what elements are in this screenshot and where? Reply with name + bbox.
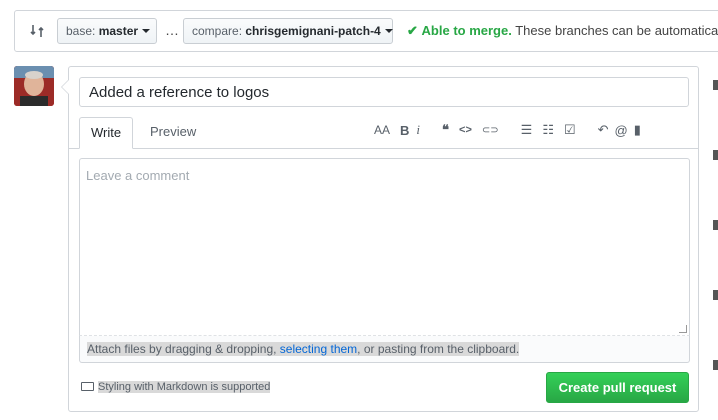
avatar-image [14,66,54,106]
range-dots: … [165,22,180,38]
base-branch-select[interactable]: base: master [57,18,157,44]
pull-request-title-input[interactable] [79,77,689,107]
sidebar-fragment [713,150,718,160]
code-icon[interactable]: <> [459,124,472,136]
base-branch-value: master [98,24,139,38]
chevron-down-icon [384,29,393,33]
compare-bar: base: master … compare: chrisgemignani-p… [14,10,718,52]
bold-icon[interactable]: B [400,123,409,138]
sidebar-fragment [713,290,718,300]
link-icon[interactable]: ⊂⊃ [482,125,499,136]
resize-handle-icon[interactable] [679,325,687,333]
comment-textarea[interactable]: Leave a comment [79,158,690,336]
markdown-icon [81,382,94,391]
sidebar-fragment [713,360,718,370]
merge-status: ✔ Able to merge. These branches can be a… [407,23,718,39]
unordered-list-icon[interactable]: ☰ [521,122,533,138]
compare-label: compare: [192,24,243,38]
compare-arrows-icon [30,25,44,37]
markdown-toolbar: AA B i ❝ <> ⊂⊃ ☰ ☷ ☑ ↶ @ ▮ [374,120,641,140]
merge-status-label: Able to merge. [421,23,512,38]
create-pull-request-button[interactable]: Create pull request [546,372,689,403]
comment-placeholder: Leave a comment [86,168,190,183]
italic-icon[interactable]: i [416,122,420,138]
merge-status-detail: These branches can be automatica [515,23,718,38]
attach-text-end: , or pasting from the clipboard. [357,342,520,356]
markdown-note[interactable]: Styling with Markdown is supported [81,381,271,393]
text-size-icon[interactable]: AA [374,123,390,137]
compare-branch-select[interactable]: compare: chrisgemignani-patch-4 [183,18,393,44]
check-icon: ✔ [407,23,418,38]
tab-preview[interactable]: Preview [139,117,207,149]
avatar[interactable] [14,66,54,106]
task-list-icon[interactable]: ☑ [564,122,576,138]
base-label: base: [66,24,96,38]
tabs-divider [69,148,698,149]
saved-reply-icon[interactable]: ↶ [598,122,609,138]
reference-icon[interactable]: ▮ [634,122,641,138]
new-pull-request-form: Write Preview AA B i ❝ <> ⊂⊃ ☰ ☷ ☑ ↶ @ ▮… [61,66,699,412]
sidebar-fragment [713,80,718,90]
quote-icon[interactable]: ❝ [442,122,449,138]
chevron-down-icon [142,29,151,33]
file-attach-bar[interactable]: Attach files by dragging & dropping, sel… [79,336,690,363]
markdown-note-text: Styling with Markdown is supported [98,381,271,393]
compare-page: base: master … compare: chrisgemignani-p… [0,0,718,420]
select-files-link[interactable]: selecting them [279,342,358,356]
sidebar-fragment [713,220,718,230]
ordered-list-icon[interactable]: ☷ [542,122,554,138]
attach-text: Attach files by dragging & dropping, [87,342,280,356]
tab-write[interactable]: Write [79,117,134,149]
mention-icon[interactable]: @ [615,123,628,138]
compare-branch-value: chrisgemignani-patch-4 [245,24,381,38]
